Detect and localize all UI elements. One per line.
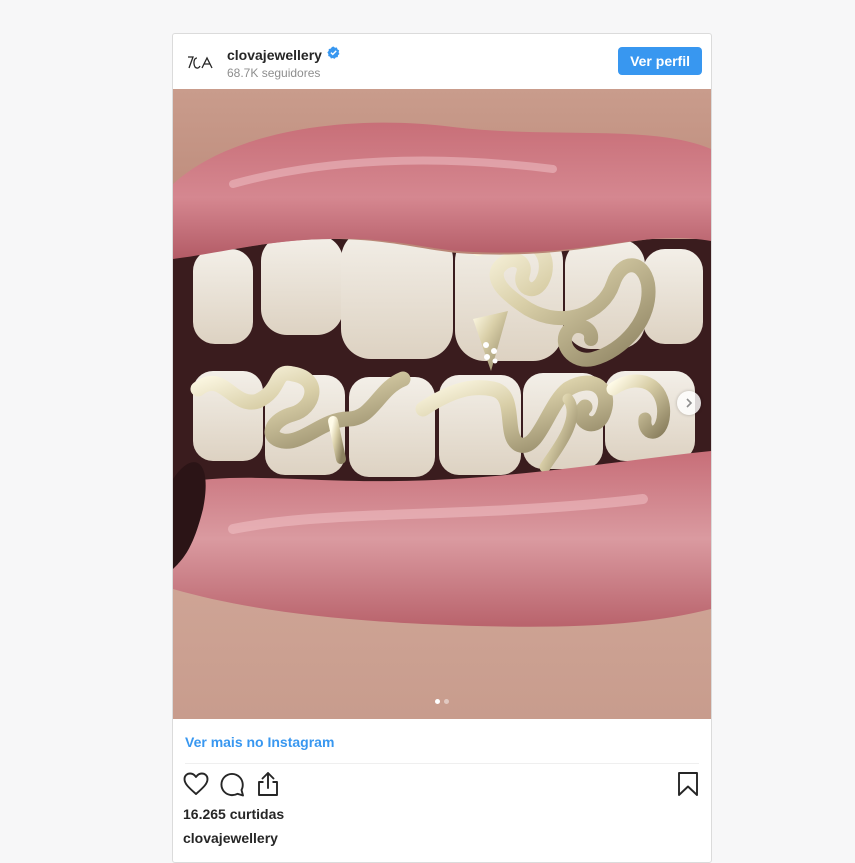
- verified-badge-icon: [327, 46, 340, 64]
- share-icon[interactable]: [255, 771, 281, 797]
- instagram-embed-card: clovajewellery 68.7K seguidores Ver perf…: [172, 33, 712, 863]
- comment-icon[interactable]: [219, 771, 245, 797]
- followers-count: 68.7K seguidores: [227, 66, 321, 80]
- username-row: clovajewellery: [227, 46, 340, 64]
- user-meta: clovajewellery 68.7K seguidores: [227, 46, 340, 80]
- next-slide-button[interactable]: [677, 391, 701, 415]
- mouth-grillz-photo: [173, 89, 711, 719]
- caption-username[interactable]: clovajewellery: [183, 830, 278, 846]
- post-image[interactable]: [173, 89, 711, 719]
- view-profile-button[interactable]: Ver perfil: [618, 47, 702, 75]
- carousel-dot-active: [435, 699, 440, 704]
- carousel-indicator: [435, 699, 449, 704]
- username[interactable]: clovajewellery: [227, 47, 322, 63]
- post-header: clovajewellery 68.7K seguidores Ver perf…: [173, 34, 711, 89]
- view-more-on-instagram-link[interactable]: Ver mais no Instagram: [185, 734, 334, 750]
- action-bar: [183, 771, 281, 797]
- divider: [185, 763, 699, 764]
- likes-count: 16.265 curtidas: [183, 806, 285, 822]
- avatar[interactable]: [185, 46, 217, 78]
- heart-icon[interactable]: [183, 771, 209, 797]
- carousel-dot: [444, 699, 449, 704]
- clova-logo-icon: [188, 56, 213, 69]
- bookmark-icon[interactable]: [677, 771, 701, 797]
- chevron-right-icon: [686, 398, 693, 408]
